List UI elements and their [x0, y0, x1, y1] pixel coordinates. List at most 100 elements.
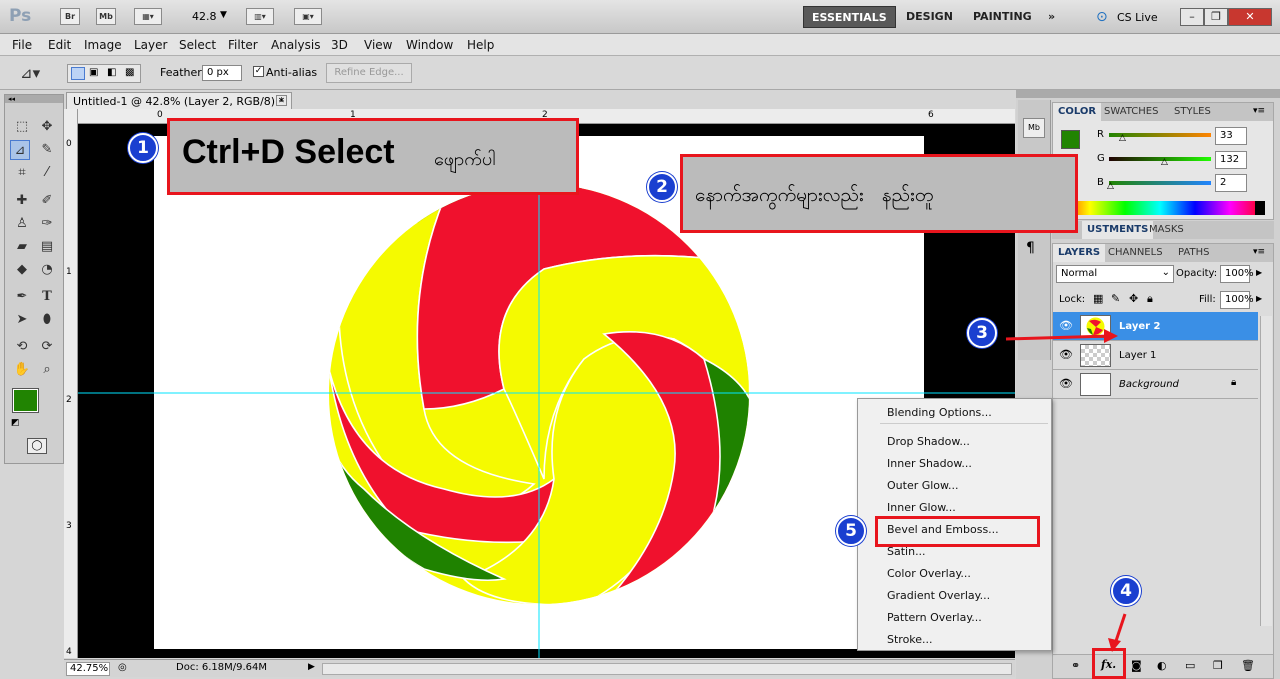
quick-selection-tool-icon[interactable]: ✎ — [37, 140, 57, 160]
menu-layer[interactable]: Layer — [134, 38, 167, 52]
menu-item-inner-shadow[interactable]: Inner Shadow... — [887, 457, 972, 470]
eye-icon[interactable]: 👁︎ — [1059, 320, 1073, 332]
gradient-tool-icon[interactable]: ▤ — [37, 237, 57, 257]
lock-transparency-icon[interactable]: ▦ — [1093, 292, 1103, 305]
blur-tool-icon[interactable]: ◆ — [12, 260, 32, 280]
lock-image-icon[interactable]: ✎ — [1111, 292, 1120, 305]
type-tool-icon[interactable]: T — [37, 287, 57, 307]
workspace-design[interactable]: DESIGN — [898, 6, 961, 28]
crop-tool-icon[interactable]: ⌗ — [12, 163, 32, 183]
tab-masks[interactable]: MASKS — [1144, 221, 1189, 239]
path-selection-tool-icon[interactable]: ➤ — [12, 310, 32, 330]
lock-position-icon[interactable]: ✥ — [1129, 292, 1138, 305]
default-colors-icon[interactable]: ◩ — [11, 418, 20, 428]
eraser-tool-icon[interactable]: ▰ — [12, 237, 32, 257]
tab-swatches[interactable]: SWATCHES — [1099, 103, 1163, 121]
input-g[interactable]: 132 — [1215, 151, 1247, 169]
zoom-readout[interactable]: 42.75% — [66, 662, 110, 676]
move-tool-icon[interactable]: ✥ — [37, 117, 57, 137]
layer-row-background[interactable]: 👁︎ Background 🔒︎ — [1053, 370, 1258, 399]
menu-item-color-overlay[interactable]: Color Overlay... — [887, 567, 971, 580]
menu-window[interactable]: Window — [406, 38, 453, 52]
link-layers-icon[interactable]: ⚭ — [1071, 659, 1080, 672]
history-brush-tool-icon[interactable]: ✑ — [37, 214, 57, 234]
slider-g-handle-icon[interactable]: △ — [1161, 157, 1168, 167]
more-workspaces-icon[interactable]: » — [1040, 6, 1063, 28]
eye-icon[interactable]: 👁︎ — [1059, 378, 1073, 390]
menu-select[interactable]: Select — [179, 38, 216, 52]
cs-live-button[interactable]: CS Live — [1117, 11, 1158, 24]
adjustment-layer-icon[interactable]: ◐ — [1157, 659, 1167, 672]
menu-image[interactable]: Image — [84, 38, 122, 52]
foreground-color-swatch[interactable] — [12, 388, 39, 413]
color-panel-foreground[interactable] — [1061, 130, 1080, 149]
new-layer-icon[interactable]: ❒ — [1213, 659, 1223, 672]
document-close-icon[interactable]: ✕ — [276, 95, 287, 106]
menu-item-gradient-overlay[interactable]: Gradient Overlay... — [887, 589, 990, 602]
lasso-tool-icon[interactable]: ⊿ — [10, 140, 30, 160]
view-extras-button[interactable]: ▦▾ — [134, 8, 162, 25]
color-spectrum-bar[interactable] — [1055, 201, 1265, 215]
panel-menu-icon[interactable]: ▾≡ — [1253, 106, 1265, 116]
tab-styles[interactable]: STYLES — [1169, 103, 1216, 121]
tab-paths[interactable]: PATHS — [1173, 244, 1214, 262]
workspace-painting[interactable]: PAINTING — [965, 6, 1040, 28]
fill-input[interactable]: 100% — [1220, 291, 1254, 309]
brush-tool-icon[interactable]: ✐ — [37, 191, 57, 211]
screen-mode-button[interactable]: ▣▾ — [294, 8, 322, 25]
toolbox-collapse-icon[interactable]: ◂◂ — [5, 95, 63, 103]
mini-bridge-button[interactable]: Mb — [96, 8, 116, 25]
slider-r-handle-icon[interactable]: △ — [1119, 133, 1126, 143]
minimize-button[interactable]: – — [1180, 8, 1204, 26]
new-group-icon[interactable]: ▭ — [1185, 659, 1195, 672]
menu-file[interactable]: File — [12, 38, 32, 52]
healing-brush-tool-icon[interactable]: ✚ — [12, 191, 32, 211]
layer-row-layer-2[interactable]: 👁︎ Layer 2 — [1053, 312, 1258, 341]
slider-g[interactable] — [1109, 157, 1211, 161]
input-b[interactable]: 2 — [1215, 174, 1247, 192]
quick-mask-icon[interactable]: ◯ — [27, 438, 47, 454]
close-button[interactable]: ✕ — [1228, 8, 1272, 26]
menu-item-inner-glow[interactable]: Inner Glow... — [887, 501, 956, 514]
layer-row-layer-1[interactable]: 👁︎ Layer 1 — [1053, 341, 1258, 370]
menu-analysis[interactable]: Analysis — [271, 38, 320, 52]
slider-b-handle-icon[interactable]: △ — [1107, 181, 1114, 191]
feather-input[interactable]: 0 px — [202, 65, 242, 81]
menu-view[interactable]: View — [364, 38, 392, 52]
clone-stamp-tool-icon[interactable]: ♙ — [12, 214, 32, 234]
hand-tool-icon[interactable]: ✋ — [12, 360, 32, 380]
delete-layer-icon[interactable]: 🗑︎ — [1241, 659, 1255, 672]
status-menu-arrow-icon[interactable]: ▶ — [308, 662, 315, 672]
horizontal-scrollbar[interactable] — [322, 663, 1012, 675]
3d-rotate-tool-icon[interactable]: ⟲ — [12, 337, 32, 357]
add-selection-icon[interactable]: ▣ — [89, 67, 98, 78]
dodge-tool-icon[interactable]: ◔ — [37, 260, 57, 280]
menu-item-pattern-overlay[interactable]: Pattern Overlay... — [887, 611, 982, 624]
eyedropper-tool-icon[interactable]: ⁄ — [37, 163, 57, 183]
layers-panel-menu-icon[interactable]: ▾≡ — [1253, 247, 1265, 257]
document-tab[interactable]: Untitled-1 @ 42.8% (Layer 2, RGB/8) * ✕ — [66, 92, 292, 109]
blend-mode-select[interactable]: Normal ⌄ — [1056, 265, 1174, 283]
menu-item-blending-options[interactable]: Blending Options... — [887, 406, 992, 419]
opacity-arrow-icon[interactable]: ▶ — [1256, 268, 1262, 277]
antialias-checkbox[interactable]: ✓ — [253, 66, 264, 77]
3d-orbit-tool-icon[interactable]: ⟳ — [37, 337, 57, 357]
tab-layers[interactable]: LAYERS — [1053, 244, 1106, 262]
restore-button[interactable]: ❐ — [1204, 8, 1228, 26]
eye-icon[interactable]: 👁︎ — [1059, 349, 1073, 361]
menu-help[interactable]: Help — [467, 38, 494, 52]
zoom-dropdown-icon[interactable]: ▼ — [220, 10, 227, 20]
input-r[interactable]: 33 — [1215, 127, 1247, 145]
intersect-selection-icon[interactable]: ▩ — [125, 67, 134, 78]
polygonal-lasso-preset-icon[interactable]: ⊿▾ — [20, 64, 40, 82]
fill-arrow-icon[interactable]: ▶ — [1256, 294, 1262, 303]
workspace-essentials[interactable]: ESSENTIALS — [803, 6, 896, 28]
status-info-icon[interactable]: ◎ — [118, 662, 127, 673]
slider-b[interactable] — [1109, 181, 1211, 185]
menu-item-drop-shadow[interactable]: Drop Shadow... — [887, 435, 970, 448]
pen-tool-icon[interactable]: ✒ — [12, 287, 32, 307]
menu-item-stroke[interactable]: Stroke... — [887, 633, 933, 646]
menu-3d[interactable]: 3D — [331, 38, 348, 52]
opacity-input[interactable]: 100% — [1220, 265, 1254, 283]
refine-edge-button[interactable]: Refine Edge... — [326, 63, 412, 83]
